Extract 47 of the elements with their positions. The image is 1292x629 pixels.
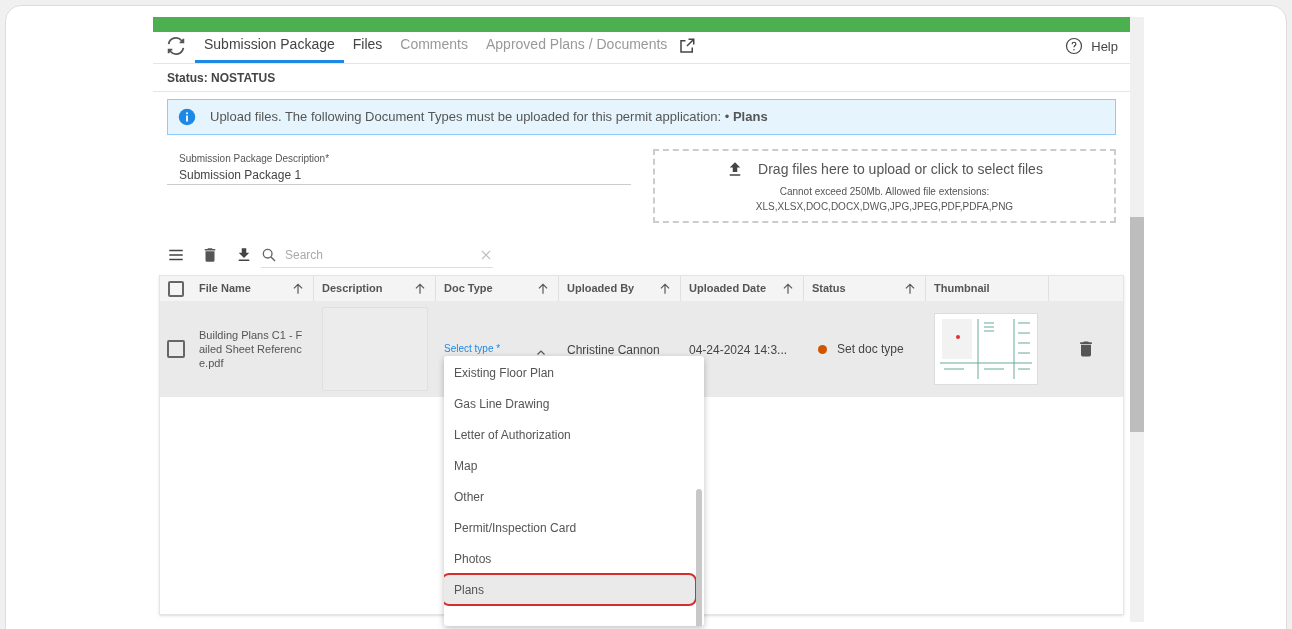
refresh-icon[interactable] bbox=[165, 35, 187, 57]
tab[interactable]: Files bbox=[343, 34, 392, 63]
page-scrollbar[interactable] bbox=[1130, 17, 1144, 622]
description-field[interactable]: Submission Package Description* Submission Package 1 bbox=[167, 149, 631, 185]
file-name: Building Plans C1 - Failed Sheet Reference.pdf bbox=[199, 328, 304, 370]
dropdown-option[interactable]: Plans bbox=[444, 574, 696, 605]
uploader-name: Christine Cannon bbox=[567, 343, 660, 357]
dropdown-option[interactable]: Photos bbox=[444, 543, 696, 574]
info-message: Upload files. The following Document Types must be uploaded for this permit application: • Plans bbox=[210, 108, 768, 127]
checkbox[interactable] bbox=[166, 340, 185, 358]
checkbox[interactable] bbox=[167, 280, 184, 297]
external-link-icon[interactable] bbox=[678, 37, 697, 55]
tab[interactable]: Submission Package bbox=[195, 34, 344, 63]
dropdown-option[interactable]: Other bbox=[444, 481, 696, 512]
column-header[interactable]: Description bbox=[322, 280, 383, 297]
dropdown-option[interactable]: Permit/Inspection Card bbox=[444, 512, 696, 543]
upload-extensions: XLS,XLSX,DOC,DOCX,DWG,JPG,JPEG,PDF,PDFA,PNG bbox=[755, 199, 1014, 214]
dropdown-scrollbar[interactable] bbox=[696, 489, 702, 626]
dropdown-option[interactable]: Map bbox=[444, 450, 696, 481]
status-text: Set doc type bbox=[837, 341, 904, 358]
info-icon bbox=[178, 108, 196, 126]
sort-arrow-icon[interactable] bbox=[903, 281, 917, 296]
sort-arrow-icon[interactable] bbox=[658, 281, 672, 296]
column-header[interactable]: Doc Type bbox=[444, 280, 493, 297]
document-thumbnail[interactable] bbox=[934, 313, 1038, 385]
column-header[interactable]: File Name bbox=[199, 280, 251, 297]
sort-arrow-icon[interactable] bbox=[781, 281, 795, 296]
sort-arrow-icon[interactable] bbox=[291, 281, 305, 296]
search-icon bbox=[261, 246, 277, 263]
column-header[interactable]: Thumbnail bbox=[934, 280, 990, 297]
upload-note: Cannot exceed 250Mb. Allowed file extensions: bbox=[779, 184, 990, 199]
help-icon bbox=[1065, 37, 1084, 56]
search-bar[interactable]: Search bbox=[261, 242, 493, 268]
help-button[interactable]: Help bbox=[1065, 36, 1118, 56]
column-header[interactable]: Uploaded Date bbox=[689, 280, 766, 297]
upload-date: 04-24-2024 14:3... bbox=[689, 343, 788, 357]
dropdown-option[interactable]: Letter of Authorization bbox=[444, 419, 696, 450]
sort-arrow-icon[interactable] bbox=[413, 281, 427, 296]
field-value: Submission Package 1 bbox=[179, 167, 303, 184]
field-label: Submission Package Description* bbox=[179, 152, 331, 166]
status-label: Status: NOSTATUS bbox=[167, 69, 276, 87]
column-header[interactable]: Status bbox=[812, 280, 846, 297]
sort-arrow-icon[interactable] bbox=[536, 281, 550, 296]
upload-drop-zone[interactable]: Drag files here to upload or click to select files Cannot exceed 250Mb. Allowed file extensions: XLS,XLSX,DOC,DOCX,DWG,JPG,JPEG,PDF,PDFA,PNG bbox=[653, 149, 1116, 223]
upload-title: Drag files here to upload or click to select files bbox=[758, 159, 1043, 179]
search-input[interactable]: Search bbox=[285, 245, 471, 264]
column-header[interactable]: Uploaded By bbox=[567, 280, 635, 297]
